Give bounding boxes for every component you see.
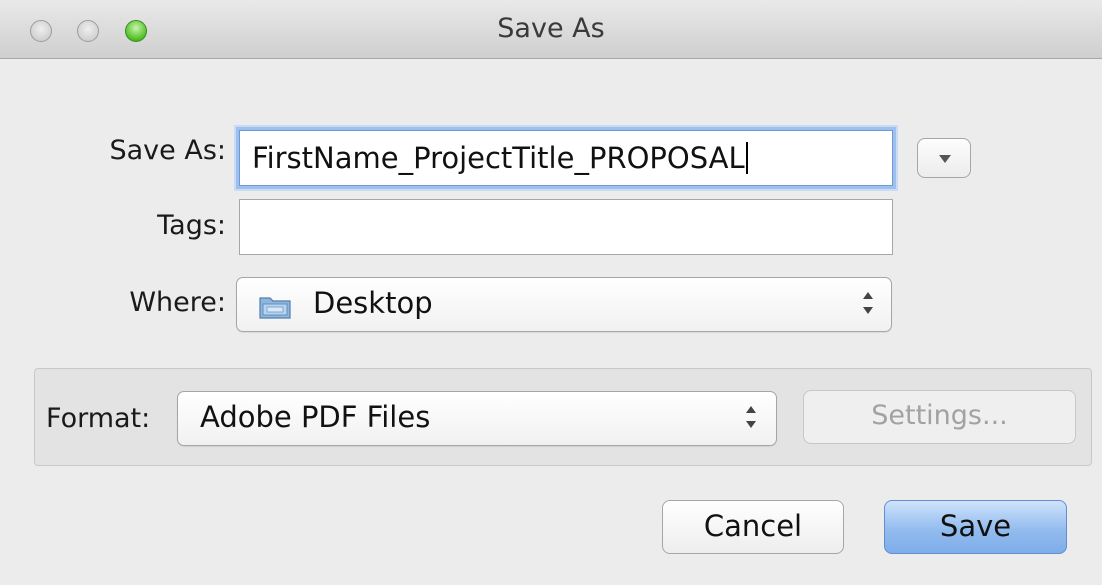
tags-label: Tags: [157, 210, 226, 241]
window-title: Save As [497, 13, 605, 44]
text-caret [745, 142, 748, 174]
popup-stepper-icon [861, 292, 875, 314]
folder-icon [259, 297, 291, 319]
chevron-down-icon [939, 155, 951, 163]
where-value: Desktop [313, 286, 433, 320]
tags-input[interactable] [239, 199, 893, 255]
save-button[interactable]: Save [884, 500, 1067, 554]
settings-button[interactable]: Settings... [803, 390, 1076, 444]
filename-input[interactable]: FirstName_ProjectTitle_PROPOSAL [239, 130, 893, 186]
where-label: Where: [129, 287, 226, 318]
expand-dialog-button[interactable] [917, 138, 971, 178]
title-bar: Save As [0, 0, 1102, 59]
where-popup[interactable]: Desktop [236, 277, 892, 332]
format-label: Format: [46, 403, 151, 434]
format-value: Adobe PDF Files [200, 400, 431, 434]
filename-value: FirstName_ProjectTitle_PROPOSAL [252, 141, 745, 175]
popup-stepper-icon [744, 406, 758, 428]
cancel-button[interactable]: Cancel [662, 500, 844, 554]
save-as-label: Save As: [109, 135, 227, 166]
format-popup[interactable]: Adobe PDF Files [177, 391, 777, 446]
